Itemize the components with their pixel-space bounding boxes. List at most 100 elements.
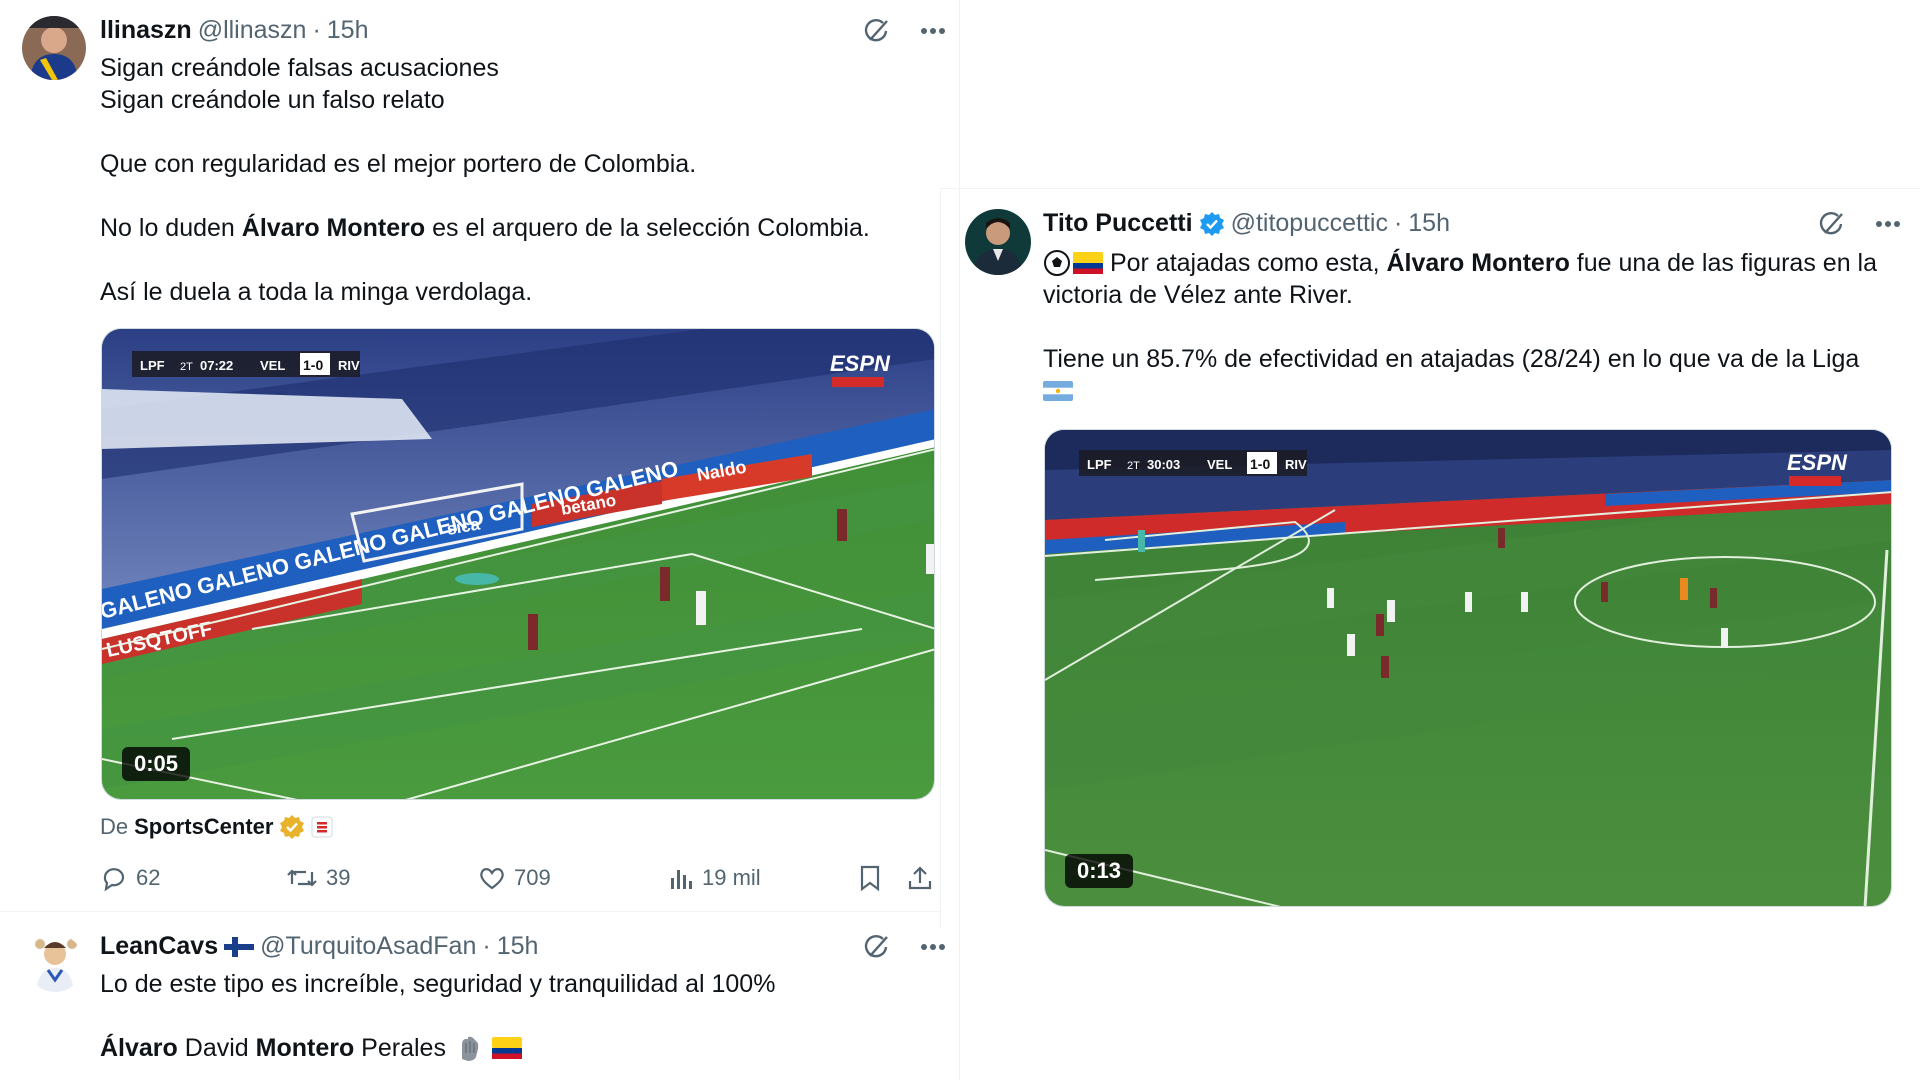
text-line: Que con regularidad es el mejor portero …: [100, 150, 697, 178]
text-line: Álvaro David Montero Perales: [100, 1032, 775, 1064]
tweet-llinaszn[interactable]: llinaszn @llinaszn · 15h Sigan creándole…: [0, 0, 959, 910]
gold-verified-icon: [280, 815, 305, 839]
source-name[interactable]: SportsCenter: [134, 814, 273, 840]
heart-icon: [480, 868, 504, 890]
views-button[interactable]: 19 mil: [668, 865, 761, 891]
reply-count: 62: [136, 865, 161, 890]
espn-affiliate-icon: [311, 816, 333, 838]
soccer-ball-icon: [1044, 250, 1070, 276]
separator-dot: ·: [312, 16, 321, 44]
score-half: 2T: [180, 361, 193, 373]
tweet-text: Por atajadas como esta, Álvaro Montero f…: [1043, 247, 1877, 407]
more-options-icon[interactable]: [918, 16, 948, 46]
video-frame: LPF 2T 30:03 VEL 1-0 RIV ESPN: [1045, 430, 1891, 906]
video-source[interactable]: De SportsCenter: [100, 814, 333, 840]
text-span: fue una de las figuras en la: [1569, 249, 1877, 277]
tweet-leancavs[interactable]: LeanCavs @TurquitoAsadFan · 15h Lo de es…: [0, 912, 959, 1080]
tweet-text: Lo de este tipo es increíble, seguridad …: [100, 968, 775, 1064]
score-result: 1-0: [303, 357, 323, 373]
timeline: llinaszn @llinaszn · 15h Sigan creándole…: [0, 0, 1920, 1080]
score-clock: 07:22: [200, 358, 233, 373]
bold-name: Álvaro Montero: [241, 214, 426, 242]
left-column: llinaszn @llinaszn · 15h Sigan creándole…: [0, 0, 960, 1080]
text-line: Lo de este tipo es increíble, seguridad …: [100, 970, 776, 998]
video-player[interactable]: GALENO GALENO GALENO GALENO GALENO GALEN…: [101, 328, 935, 800]
user-handle[interactable]: @titopuccettic: [1231, 209, 1388, 238]
reply-icon: [103, 868, 125, 892]
text-line: Así le duela a toda la minga verdolaga.: [100, 278, 533, 306]
right-column: Tito Puccetti @titopuccettic · 15h Por a…: [940, 188, 1920, 928]
score-home: VEL: [1207, 457, 1232, 472]
tweet-tito-puccetti[interactable]: Tito Puccetti @titopuccettic · 15h Por a…: [941, 189, 1920, 929]
grok-icon[interactable]: [862, 932, 892, 962]
separator-dot: ·: [482, 932, 491, 960]
reply-button[interactable]: 62: [100, 864, 160, 892]
tweet-header-actions: [1817, 209, 1903, 239]
tweet-header: LeanCavs @TurquitoAsadFan · 15h: [100, 932, 538, 961]
grok-icon[interactable]: [862, 16, 892, 46]
bold-name: Álvaro: [100, 1034, 178, 1062]
avatar[interactable]: [965, 209, 1031, 275]
timestamp[interactable]: 15h: [497, 932, 539, 961]
text-span: Por atajadas como esta,: [1103, 249, 1387, 277]
display-name[interactable]: Tito Puccetti: [1043, 209, 1193, 238]
user-handle[interactable]: @llinaszn: [198, 16, 307, 45]
user-handle[interactable]: @TurquitoAsadFan: [260, 932, 476, 961]
repost-count: 39: [326, 865, 351, 890]
bold-name: Álvaro Montero: [1386, 249, 1570, 277]
more-options-icon[interactable]: [1873, 209, 1903, 239]
bold-name: Montero: [255, 1034, 355, 1062]
timestamp[interactable]: 15h: [1408, 209, 1450, 238]
score-away: RIV: [1285, 457, 1307, 472]
text-line: Por atajadas como esta, Álvaro Montero f…: [1043, 247, 1877, 279]
verified-badge-icon: [1199, 211, 1224, 236]
text-line: No lo duden Álvaro Montero es el arquero…: [100, 212, 870, 244]
colombia-flag-icon: [1073, 252, 1103, 274]
tweet-header-actions: [862, 932, 948, 962]
text-line: Sigan creándole falsas acusaciones: [100, 54, 499, 82]
text-span: Perales: [354, 1034, 446, 1062]
bookmark-button[interactable]: [858, 864, 882, 892]
score-home: VEL: [260, 358, 285, 373]
score-half: 2T: [1127, 460, 1140, 472]
tweet-header: Tito Puccetti @titopuccettic · 15h: [1043, 209, 1450, 238]
text-line: Sigan creándole un falso relato: [100, 86, 445, 114]
avatar[interactable]: [26, 934, 84, 992]
score-league: LPF: [140, 358, 165, 373]
argentina-flag-icon: [1043, 381, 1073, 401]
text-span: es el arquero de la selección Colombia.: [425, 214, 870, 242]
avatar[interactable]: [22, 16, 86, 80]
grok-icon[interactable]: [1817, 209, 1847, 239]
finland-flag-icon: [224, 936, 255, 957]
repost-icon: [287, 869, 317, 887]
network-logo: ESPN: [830, 351, 891, 376]
timestamp[interactable]: 15h: [327, 16, 369, 45]
share-button[interactable]: [906, 864, 934, 892]
video-player[interactable]: LPF 2T 30:03 VEL 1-0 RIV ESPN 0:13: [1044, 429, 1892, 907]
text-line: [1043, 375, 1877, 407]
view-count: 19 mil: [702, 865, 761, 890]
display-name[interactable]: LeanCavs: [100, 932, 218, 961]
video-duration: 0:05: [122, 747, 191, 781]
text-span: No lo duden: [100, 214, 242, 242]
video-frame: GALENO GALENO GALENO GALENO GALENO GALEN…: [102, 329, 934, 799]
analytics-icon: [671, 870, 692, 889]
share-icon: [908, 866, 932, 890]
score-result: 1-0: [1250, 456, 1270, 472]
glove-icon: [461, 1036, 479, 1061]
score-away: RIV: [338, 358, 360, 373]
like-button[interactable]: 709: [478, 865, 551, 891]
tweet-header-actions: [862, 16, 948, 46]
tweet-action-bar: 62 39 709 19 mil: [100, 862, 940, 894]
display-name[interactable]: llinaszn: [100, 16, 192, 45]
text-line: victoria de Vélez ante River.: [1043, 281, 1353, 309]
text-span: David: [177, 1034, 256, 1062]
repost-button[interactable]: 39: [286, 864, 350, 892]
network-logo: ESPN: [1787, 450, 1848, 475]
more-options-icon[interactable]: [918, 932, 948, 962]
separator-dot: ·: [1393, 209, 1403, 237]
text-line: Tiene un 85.7% de efectividad en atajada…: [1043, 345, 1860, 373]
colombia-flag-icon: [491, 1037, 522, 1059]
video-duration: 0:13: [1065, 854, 1134, 888]
like-count: 709: [514, 865, 551, 890]
